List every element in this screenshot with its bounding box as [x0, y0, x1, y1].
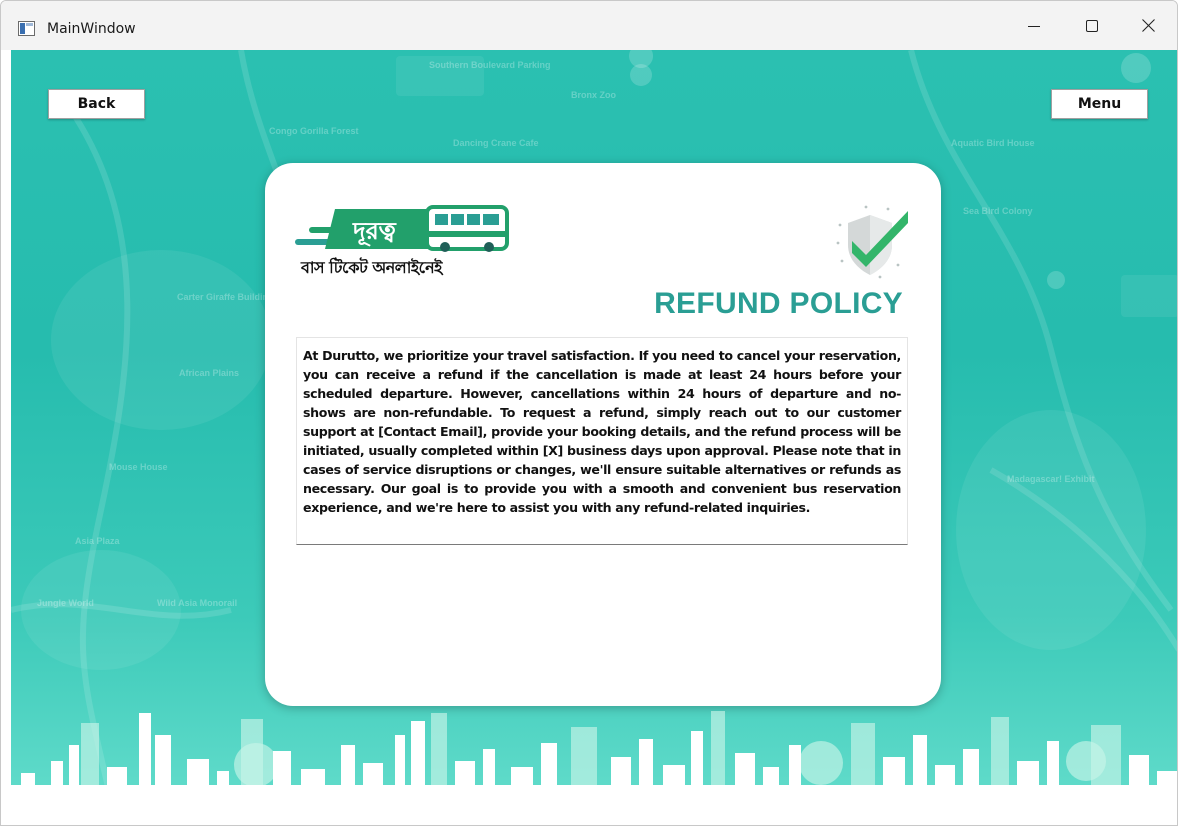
policy-text-box[interactable]: At Durutto, we prioritize your travel sa…	[296, 337, 908, 545]
map-label: Bronx Zoo	[571, 90, 616, 100]
page-title: REFUND POLICY	[654, 287, 903, 320]
maximize-button[interactable]	[1063, 1, 1121, 50]
map-label: African Plains	[179, 368, 240, 378]
back-button[interactable]: Back	[48, 89, 145, 119]
title-bar[interactable]: MainWindow	[1, 1, 1177, 50]
map-label: Aquatic Bird House	[951, 138, 1035, 148]
logo-text: দূরত্ব	[352, 217, 397, 246]
map-label: Sea Bird Colony	[963, 206, 1033, 216]
app-icon	[18, 21, 35, 36]
map-label: Mouse House	[109, 462, 168, 472]
maximize-icon	[1086, 19, 1098, 32]
minimize-button[interactable]	[1005, 1, 1063, 50]
map-label: Southern Boulevard Parking	[429, 60, 551, 70]
map-label: Madagascar! Exhibit	[1007, 474, 1095, 484]
map-label: Dancing Crane Cafe	[453, 138, 539, 148]
brand-caption: বাস টিকেট অনলাইনেই	[301, 258, 443, 277]
map-label: Jungle World	[37, 598, 94, 608]
map-label: Asia Plaza	[75, 536, 120, 546]
map-label: Carter Giraffe Building	[177, 292, 274, 302]
close-button[interactable]	[1119, 1, 1177, 50]
menu-button[interactable]: Menu	[1051, 89, 1148, 119]
map-label: Wild Asia Monorail	[157, 598, 238, 608]
map-label: Congo Gorilla Forest	[269, 126, 359, 136]
window-bottom	[1, 804, 1177, 825]
window-title: MainWindow	[47, 21, 136, 37]
minimize-icon	[1028, 25, 1040, 27]
policy-text: At Durutto, we prioritize your travel sa…	[303, 348, 901, 515]
content-area: Southern Boulevard Parking Congo Gorilla…	[11, 50, 1177, 804]
city-skyline	[11, 711, 1177, 804]
refund-policy-card: দূরত্ব বাস টিকেট অনলাইনেই REFUND POLICY …	[265, 163, 941, 706]
close-icon	[1141, 19, 1155, 32]
main-window: MainWindow Southern Boulevard Parking Co…	[0, 0, 1178, 826]
shield-check-icon	[836, 205, 908, 279]
